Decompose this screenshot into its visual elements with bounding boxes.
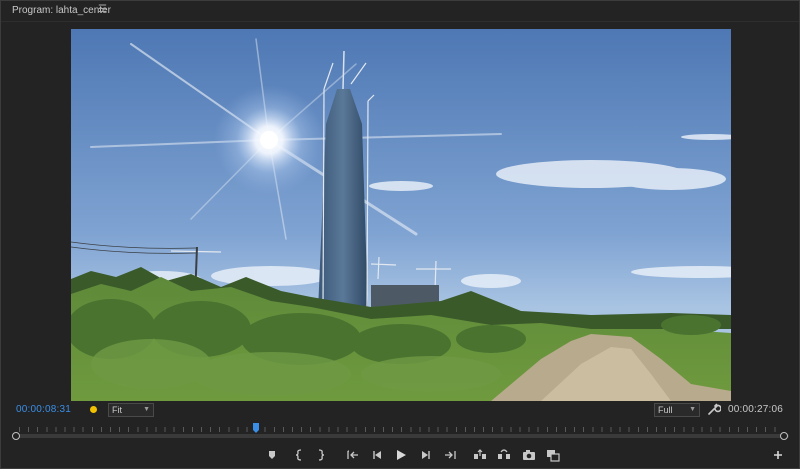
wrench-icon[interactable] <box>707 402 722 416</box>
play-icon[interactable] <box>394 448 408 462</box>
playhead-icon[interactable] <box>252 423 259 433</box>
zoom-level-dropdown[interactable]: Fit ▼ <box>108 403 154 417</box>
step-back-icon[interactable] <box>370 448 384 462</box>
program-viewer[interactable] <box>71 29 731 401</box>
current-timecode[interactable]: 00:00:08:31 <box>16 404 71 415</box>
chevron-down-icon: ▼ <box>143 406 150 413</box>
compare-view-icon[interactable] <box>546 448 560 462</box>
marker-indicator-icon <box>90 406 97 413</box>
panel-tab-title[interactable]: Program: lahta_center <box>12 5 111 16</box>
playback-resolution-value: Full <box>658 405 673 415</box>
video-frame <box>71 29 731 401</box>
timeline-scrubber[interactable] <box>12 421 789 443</box>
mark-in-icon[interactable] <box>292 448 306 462</box>
mark-out-icon[interactable] <box>314 448 328 462</box>
export-frame-icon[interactable] <box>522 448 536 462</box>
go-to-in-icon[interactable] <box>346 448 360 462</box>
extract-icon[interactable] <box>497 448 511 462</box>
transport-controls <box>1 445 799 465</box>
monitor-control-row: 00:00:08:31 Fit ▼ Full ▼ 00:00:27:06 <box>1 401 799 421</box>
program-monitor-panel: Program: lahta_center ☰ 00:00:08:31 Fit … <box>0 0 800 469</box>
zoom-handle-right[interactable] <box>780 432 788 440</box>
add-button-icon[interactable] <box>771 448 785 462</box>
time-ruler <box>19 427 783 432</box>
panel-header: Program: lahta_center ☰ <box>1 1 799 22</box>
add-marker-icon[interactable] <box>265 448 279 462</box>
zoom-handle-left[interactable] <box>12 432 20 440</box>
playback-resolution-dropdown[interactable]: Full ▼ <box>654 403 700 417</box>
duration-timecode: 00:00:27:06 <box>728 404 784 415</box>
zoom-scroll-bar[interactable] <box>13 434 789 438</box>
go-to-out-icon[interactable] <box>443 448 457 462</box>
hamburger-menu-icon[interactable]: ☰ <box>98 4 107 15</box>
step-forward-icon[interactable] <box>419 448 433 462</box>
chevron-down-icon: ▼ <box>689 406 696 413</box>
lift-icon[interactable] <box>473 448 487 462</box>
zoom-level-value: Fit <box>112 405 122 415</box>
